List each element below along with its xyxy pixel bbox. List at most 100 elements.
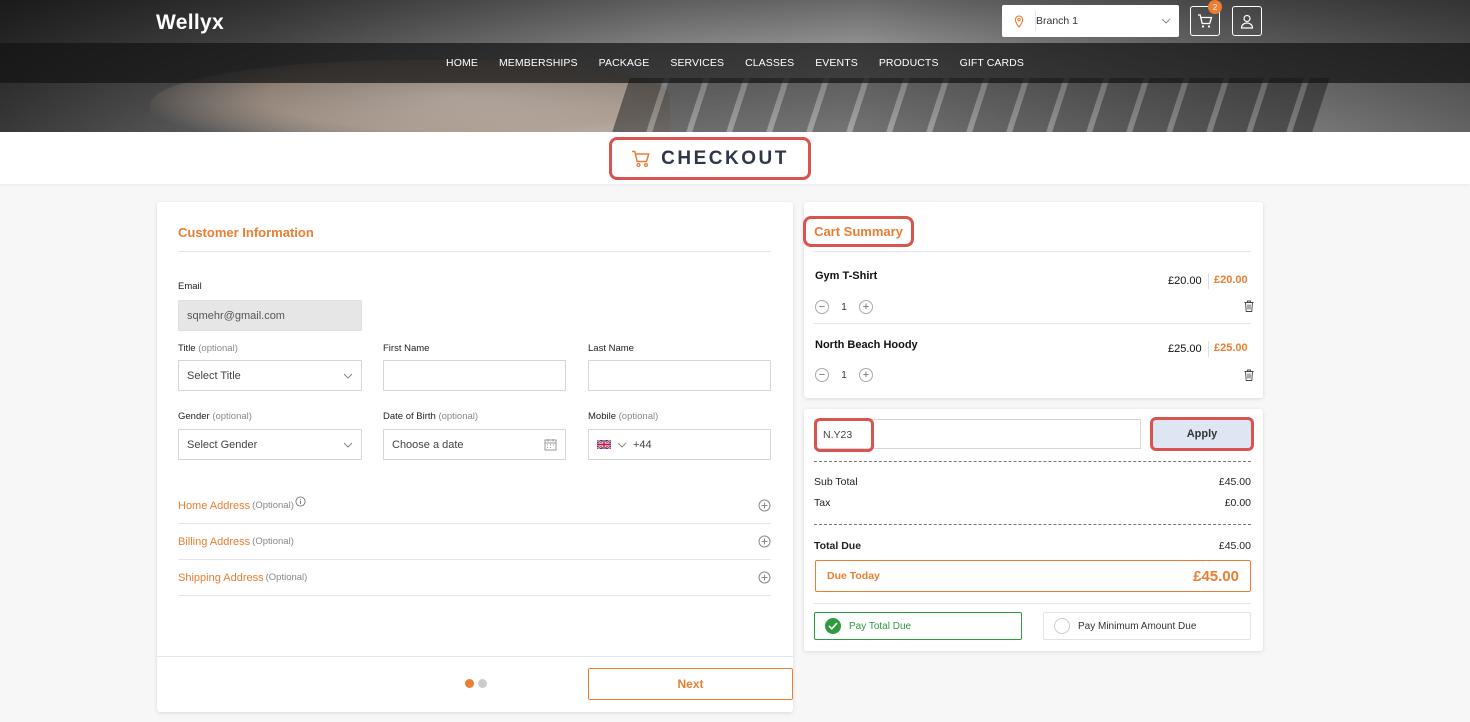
pay-minimum-due-option[interactable]: Pay Minimum Amount Due xyxy=(1043,612,1251,640)
divider xyxy=(1208,341,1209,357)
location-pin-icon xyxy=(1002,11,1036,31)
pay-total-due-option[interactable]: Pay Total Due xyxy=(814,612,1022,640)
dob-label: Date of Birth (optional) xyxy=(383,411,478,422)
title-placeholder: Select Title xyxy=(187,369,241,382)
last-name-field[interactable] xyxy=(588,360,771,391)
page-title: CHECKOUT xyxy=(609,137,811,180)
quantity-stepper: − 1 + xyxy=(815,368,873,382)
promo-code-value[interactable]: N.Y23 xyxy=(814,418,874,452)
cart-icon xyxy=(632,150,650,167)
nav-gift-cards[interactable]: GIFT CARDS xyxy=(949,57,1034,69)
due-today-label: Due Today xyxy=(827,570,880,582)
next-button[interactable]: Next xyxy=(588,668,793,700)
optional-tag: (optional) xyxy=(618,411,659,422)
dob-placeholder: Choose a date xyxy=(392,438,464,451)
decrease-button[interactable]: − xyxy=(815,368,829,382)
expand-plus-icon[interactable] xyxy=(758,499,771,512)
nav-home[interactable]: HOME xyxy=(436,57,489,69)
apply-button[interactable]: Apply xyxy=(1150,417,1254,451)
email-label: Email xyxy=(178,281,202,292)
billing-address-label: Billing Address xyxy=(178,535,251,548)
cart-summary-panel: Cart Summary Gym T-Shirt £20.00 £20.00 −… xyxy=(803,202,1263,398)
tax-value: £0.00 xyxy=(1224,497,1251,509)
chevron-down-icon[interactable] xyxy=(617,442,627,448)
pay-minimum-due-label: Pay Minimum Amount Due xyxy=(1078,620,1197,632)
step-dot[interactable] xyxy=(478,679,487,688)
tax-label: Tax xyxy=(814,497,831,509)
cart-summary-title: Cart Summary xyxy=(803,216,914,247)
expand-plus-icon[interactable] xyxy=(758,535,771,548)
dob-field[interactable]: Choose a date xyxy=(383,429,566,460)
last-name-label: Last Name xyxy=(588,343,634,354)
nav-events[interactable]: EVENTS xyxy=(805,57,869,69)
expand-plus-icon[interactable] xyxy=(758,571,771,584)
mobile-field[interactable]: +44 xyxy=(588,429,771,460)
branch-label: Branch 1 xyxy=(1036,15,1079,27)
cart-count-badge: 2 xyxy=(1208,0,1222,14)
quantity-value[interactable]: 1 xyxy=(833,370,855,381)
decrease-button[interactable]: − xyxy=(815,300,829,314)
optional-tag: (optional) xyxy=(438,411,479,422)
increase-button[interactable]: + xyxy=(859,300,873,314)
optional-tag: (Optional) xyxy=(265,572,308,583)
first-name-label: First Name xyxy=(383,343,430,354)
chevron-down-icon xyxy=(343,442,353,448)
calendar-icon[interactable] xyxy=(544,438,557,451)
checkmark-icon xyxy=(825,618,841,634)
info-icon[interactable] xyxy=(295,496,306,507)
chevron-down-icon xyxy=(1153,18,1179,24)
step-dot-active[interactable] xyxy=(465,679,474,688)
cart-item-total: £20.00 xyxy=(1214,274,1248,286)
divider xyxy=(814,603,1251,604)
email-value: sqmehr@gmail.com xyxy=(187,309,285,322)
nav-products[interactable]: PRODUCTS xyxy=(868,57,949,69)
total-due-label: Total Due xyxy=(814,540,862,552)
dashed-divider xyxy=(814,524,1251,525)
tax-row: Tax £0.00 xyxy=(814,497,1251,509)
nav-services[interactable]: SERVICES xyxy=(660,57,735,69)
email-field[interactable]: sqmehr@gmail.com xyxy=(178,300,362,331)
gender-select[interactable]: Select Gender xyxy=(178,429,362,460)
chevron-down-icon xyxy=(343,373,353,379)
uk-flag-icon[interactable] xyxy=(597,440,611,449)
cart-item-price: £25.00 xyxy=(1168,343,1202,355)
subtotal-row: Sub Total £45.00 xyxy=(814,476,1251,488)
dashed-divider xyxy=(814,461,1251,462)
main-nav: HOME MEMBERSHIPS PACKAGE SERVICES CLASSE… xyxy=(0,43,1470,83)
subtotal-value: £45.00 xyxy=(1218,476,1251,488)
footer-divider xyxy=(157,656,793,657)
radio-icon xyxy=(1054,618,1070,634)
nav-classes[interactable]: CLASSES xyxy=(735,57,805,69)
title-bar: CHECKOUT xyxy=(0,132,1470,184)
increase-button[interactable]: + xyxy=(859,368,873,382)
quantity-value[interactable]: 1 xyxy=(833,302,855,313)
cart-item-name: Gym T-Shirt xyxy=(815,270,878,282)
trash-icon[interactable] xyxy=(1244,369,1254,381)
divider xyxy=(814,323,1251,324)
subtotal-label: Sub Total xyxy=(814,476,858,488)
home-address-label: Home Address xyxy=(178,499,251,512)
first-name-field[interactable] xyxy=(383,360,566,391)
mobile-country-code: +44 xyxy=(633,438,652,451)
due-today-value: £45.00 xyxy=(1193,567,1239,585)
trash-icon[interactable] xyxy=(1244,300,1254,312)
home-address-section[interactable]: Home Address (Optional) xyxy=(178,488,771,524)
total-due-row: Total Due £45.00 xyxy=(814,540,1251,552)
mobile-label: Mobile (optional) xyxy=(588,411,658,422)
logo[interactable]: Wellyx xyxy=(156,11,224,35)
step-indicator xyxy=(465,679,487,688)
due-today-box: Due Today £45.00 xyxy=(815,560,1251,592)
billing-address-section[interactable]: Billing Address (Optional) xyxy=(178,524,771,560)
cart-button[interactable]: 2 xyxy=(1190,0,1222,36)
nav-package[interactable]: PACKAGE xyxy=(588,57,660,69)
user-account-button[interactable] xyxy=(1232,6,1262,36)
nav-memberships[interactable]: MEMBERSHIPS xyxy=(488,57,588,69)
customer-info-panel: Customer Information Email sqmehr@gmail.… xyxy=(157,202,793,712)
shipping-address-label: Shipping Address xyxy=(178,571,264,584)
shipping-address-section[interactable]: Shipping Address (Optional) xyxy=(178,560,771,596)
branch-select[interactable]: Branch 1 xyxy=(1002,5,1179,37)
cart-item-total: £25.00 xyxy=(1214,342,1248,354)
title-select[interactable]: Select Title xyxy=(178,360,362,391)
optional-tag: (Optional) xyxy=(252,536,294,547)
divider xyxy=(1208,273,1209,289)
